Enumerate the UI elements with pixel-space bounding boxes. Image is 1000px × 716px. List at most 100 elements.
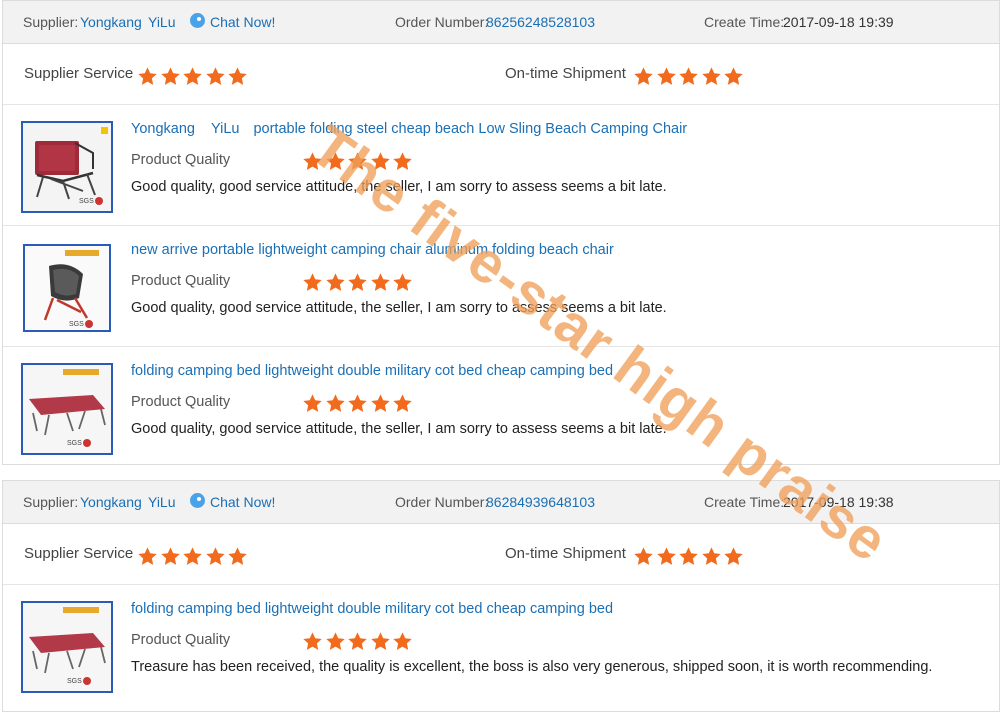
review-text: Good quality, good service attitude, the… — [131, 300, 667, 316]
star-icon — [303, 632, 322, 650]
star-icon — [724, 547, 744, 565]
star-icon — [228, 67, 248, 85]
star-icon — [393, 632, 413, 650]
create-time-value: 2017-09-18 19:39 — [783, 14, 894, 30]
star-icon — [325, 273, 345, 291]
chat-icon[interactable] — [190, 493, 205, 508]
supplier-service-stars — [137, 546, 250, 568]
review-text: Good quality, good service attitude, the… — [131, 421, 667, 437]
star-icon — [348, 394, 367, 412]
create-time-label: Create Time: — [704, 14, 785, 30]
product-title-link[interactable]: folding camping bed lightweight double m… — [131, 363, 613, 379]
star-icon — [634, 67, 653, 85]
order-card: Supplier: Yongkang YiLu Chat Now! Order … — [2, 480, 1000, 712]
order-number-label: Order Number: — [395, 14, 489, 30]
star-icon — [348, 632, 367, 650]
create-time-label: Create Time: — [704, 494, 785, 510]
star-icon — [228, 547, 248, 565]
star-icon — [160, 67, 180, 85]
order-number-link[interactable]: 86256248528103 — [486, 14, 595, 30]
svg-text:SGS: SGS — [67, 440, 82, 447]
star-icon — [656, 547, 676, 565]
star-icon — [325, 394, 345, 412]
star-icon — [371, 632, 390, 650]
chat-icon[interactable] — [190, 13, 205, 28]
star-icon — [303, 152, 322, 170]
product-title-link[interactable]: new arrive portable lightweight camping … — [131, 242, 614, 258]
order-card: Supplier: Yongkang YiLu Chat Now! Order … — [2, 0, 1000, 465]
order-item: SGS Yongkang YiLu portable folding steel c… — [3, 105, 999, 226]
star-icon — [634, 547, 653, 565]
order-number-link[interactable]: 86284939648103 — [486, 494, 595, 510]
star-icon — [303, 273, 322, 291]
order-number-label: Order Number: — [395, 494, 489, 510]
create-time-value: 2017-09-18 19:38 — [783, 494, 894, 510]
chat-now-link[interactable]: Chat Now! — [210, 14, 275, 30]
product-thumbnail-camping-chair[interactable]: SGS — [23, 244, 111, 332]
star-icon — [348, 152, 367, 170]
star-icon — [371, 273, 390, 291]
product-quality-stars — [302, 393, 415, 415]
star-icon — [160, 547, 180, 565]
on-time-shipment-label: On-time Shipment — [505, 545, 626, 562]
product-quality-stars — [302, 272, 415, 294]
supplier-name-link-2[interactable]: YiLu — [148, 14, 176, 30]
order-header: Supplier: Yongkang YiLu Chat Now! Order … — [3, 1, 999, 44]
star-icon — [206, 547, 225, 565]
on-time-shipment-label: On-time Shipment — [505, 65, 626, 82]
product-title-link[interactable]: folding camping bed lightweight double m… — [131, 601, 613, 617]
star-icon — [183, 67, 202, 85]
supplier-service-stars — [137, 66, 250, 88]
product-thumbnail-beach-chair[interactable]: SGS — [21, 121, 113, 213]
supplier-name-link[interactable]: Yongkang — [80, 494, 142, 510]
star-icon — [206, 67, 225, 85]
order-item: SGS new arrive portable lightweight camp… — [3, 226, 999, 347]
supplier-label: Supplier: — [23, 494, 79, 510]
service-rating-row: Supplier Service On-time Shipment — [3, 44, 999, 105]
supplier-service-label: Supplier Service — [24, 65, 134, 82]
supplier-label: Supplier: — [23, 14, 79, 30]
star-icon — [183, 547, 202, 565]
review-text: Treasure has been received, the quality … — [131, 659, 933, 675]
star-icon — [679, 67, 698, 85]
star-icon — [371, 394, 390, 412]
product-quality-label: Product Quality — [131, 152, 231, 168]
supplier-name-link-2[interactable]: YiLu — [148, 494, 176, 510]
review-text: Good quality, good service attitude, the… — [131, 179, 667, 195]
product-title-link[interactable]: Yongkang YiLu portable folding steel cheap… — [131, 121, 687, 137]
product-quality-label: Product Quality — [131, 273, 231, 289]
star-icon — [393, 394, 413, 412]
chat-now-link[interactable]: Chat Now! — [210, 494, 275, 510]
product-thumbnail-camping-bed[interactable]: SGS — [21, 363, 113, 455]
product-thumbnail-camping-bed[interactable]: SGS — [21, 601, 113, 693]
star-icon — [724, 67, 744, 85]
order-item: SGS folding camping bed lightweight doub… — [3, 585, 999, 705]
star-icon — [138, 67, 157, 85]
star-icon — [393, 152, 413, 170]
star-icon — [348, 273, 367, 291]
star-icon — [325, 152, 345, 170]
product-quality-label: Product Quality — [131, 394, 231, 410]
supplier-service-label: Supplier Service — [24, 545, 134, 562]
svg-text:SGS: SGS — [69, 321, 84, 328]
star-icon — [325, 632, 345, 650]
star-icon — [371, 152, 390, 170]
supplier-name-link[interactable]: Yongkang — [80, 14, 142, 30]
order-header: Supplier: Yongkang YiLu Chat Now! Order … — [3, 481, 999, 524]
service-rating-row: Supplier Service On-time Shipment — [3, 524, 999, 585]
svg-text:SGS: SGS — [67, 678, 82, 685]
svg-text:SGS: SGS — [79, 198, 94, 205]
star-icon — [702, 67, 721, 85]
star-icon — [138, 547, 157, 565]
star-icon — [656, 67, 676, 85]
product-quality-stars — [302, 631, 415, 653]
product-quality-stars — [302, 151, 415, 173]
on-time-shipment-stars — [633, 66, 746, 88]
order-item: SGS folding camping bed lightweight doub… — [3, 347, 999, 467]
star-icon — [393, 273, 413, 291]
star-icon — [702, 547, 721, 565]
star-icon — [303, 394, 322, 412]
on-time-shipment-stars — [633, 546, 746, 568]
star-icon — [679, 547, 698, 565]
product-quality-label: Product Quality — [131, 632, 231, 648]
